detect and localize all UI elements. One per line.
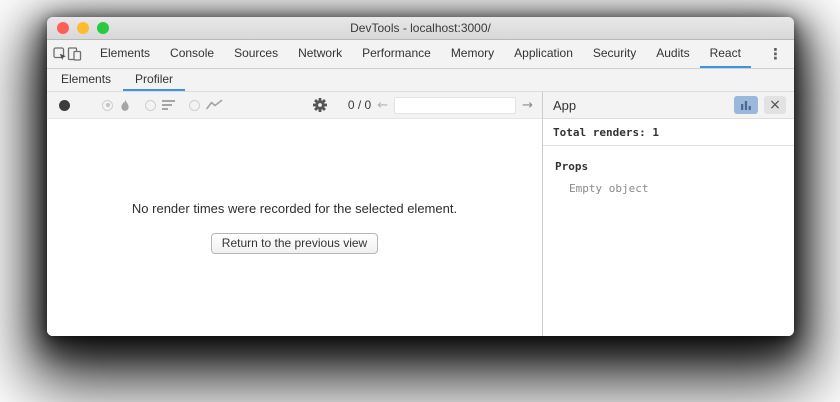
selected-element-name: App — [553, 98, 728, 113]
tab-application[interactable]: Application — [504, 40, 583, 68]
more-options-icon[interactable]: ⋮ — [759, 40, 792, 68]
interactions-radio[interactable] — [189, 100, 200, 111]
device-toolbar-icon[interactable] — [67, 40, 82, 68]
window-title: DevTools - localhost:3000/ — [47, 21, 794, 35]
tab-audits[interactable]: Audits — [646, 40, 699, 68]
tab-memory[interactable]: Memory — [441, 40, 504, 68]
element-details-panel: App × Total renders: 1 Props Empty objec… — [542, 92, 794, 336]
commit-counter: 0 / 0 — [348, 98, 371, 112]
empty-state-message: No render times were recorded for the se… — [132, 201, 457, 216]
return-previous-view-button[interactable]: Return to the previous view — [211, 233, 378, 254]
subtab-elements[interactable]: Elements — [49, 69, 123, 91]
inspect-element-icon[interactable] — [53, 40, 67, 68]
next-commit-arrow-icon[interactable]: → — [522, 99, 533, 112]
profiler-toolbar: 0 / 0 ← → — [47, 92, 542, 119]
devtools-tabbar: Elements Console Sources Network Perform… — [47, 40, 794, 69]
tab-security[interactable]: Security — [583, 40, 646, 68]
record-button[interactable] — [59, 100, 70, 111]
commit-filter-input[interactable] — [394, 97, 516, 114]
render-chart-button[interactable] — [734, 96, 758, 114]
props-heading: Props — [555, 160, 794, 173]
ranked-radio[interactable] — [145, 100, 156, 111]
tab-sources[interactable]: Sources — [224, 40, 288, 68]
traffic-lights — [57, 17, 109, 39]
zoom-window-button[interactable] — [97, 22, 109, 34]
total-renders-text: Total renders: 1 — [543, 119, 794, 146]
profiler-main: 0 / 0 ← → No render times were recorded … — [47, 92, 794, 336]
tab-elements[interactable]: Elements — [90, 40, 160, 68]
bar-chart-icon — [740, 99, 752, 111]
profiler-empty-state: No render times were recorded for the se… — [47, 119, 542, 336]
props-value: Empty object — [569, 182, 794, 195]
flame-icon — [119, 99, 131, 112]
minimize-window-button[interactable] — [77, 22, 89, 34]
tab-console[interactable]: Console — [160, 40, 224, 68]
titlebar[interactable]: DevTools - localhost:3000/ — [47, 17, 794, 40]
previous-commit-arrow-icon[interactable]: ← — [377, 99, 388, 112]
flamegraph-radio[interactable] — [102, 100, 113, 111]
close-panel-icon[interactable]: × — [764, 96, 786, 114]
settings-gear-icon[interactable] — [313, 98, 327, 112]
close-window-button[interactable] — [57, 22, 69, 34]
interactions-icon — [206, 99, 223, 111]
tab-performance[interactable]: Performance — [352, 40, 441, 68]
profiler-panel: 0 / 0 ← → No render times were recorded … — [47, 92, 542, 336]
tab-network[interactable]: Network — [288, 40, 352, 68]
details-panel-header: App × — [543, 92, 794, 119]
ranked-chart-icon — [162, 99, 175, 111]
tab-react[interactable]: React — [700, 40, 751, 68]
subtab-profiler[interactable]: Profiler — [123, 69, 185, 91]
react-subtabs: Elements Profiler — [47, 69, 794, 92]
devtools-window: DevTools - localhost:3000/ Elements Cons… — [47, 17, 794, 336]
